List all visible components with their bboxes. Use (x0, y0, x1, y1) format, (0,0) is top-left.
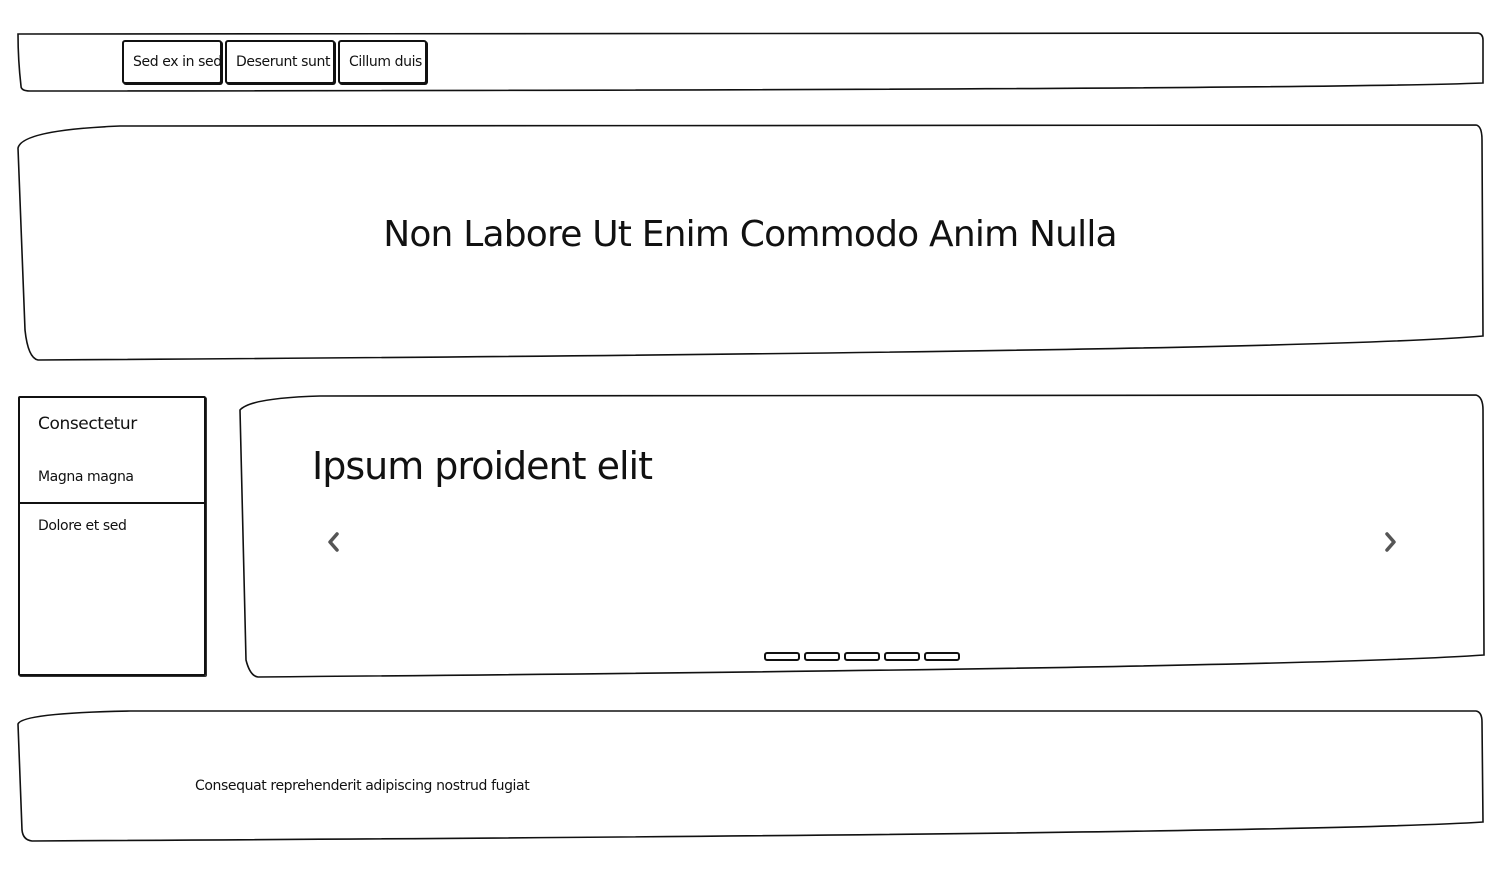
chevron-right-icon (1385, 532, 1396, 552)
nav-button-1[interactable]: Sed ex in sed (122, 40, 222, 84)
sidebar-title: Consectetur (38, 414, 137, 434)
sidebar-item-1[interactable]: Magna magna (38, 469, 134, 485)
nav-button-2[interactable]: Deserunt sunt (225, 40, 335, 84)
hero-title: Non Labore Ut Enim Commodo Anim Nulla (383, 214, 1117, 255)
carousel-indicator[interactable] (844, 652, 880, 661)
carousel-next-button[interactable] (1376, 528, 1404, 556)
sidebar: Consectetur Magna magna Dolore et sed (18, 396, 206, 676)
sketch-outlines (17, 32, 1485, 842)
carousel-indicators (764, 652, 960, 661)
chevron-left-icon (328, 532, 339, 552)
carousel-indicator[interactable] (884, 652, 920, 661)
carousel-indicator[interactable] (924, 652, 960, 661)
sidebar-item-2[interactable]: Dolore et sed (38, 518, 127, 534)
footer-text: Consequat reprehenderit adipiscing nostr… (195, 778, 530, 794)
carousel-title: Ipsum proident elit (312, 444, 653, 488)
carousel-prev-button[interactable] (320, 528, 348, 556)
carousel-indicator[interactable] (764, 652, 800, 661)
carousel-outline (239, 394, 1485, 678)
nav-button-group: Sed ex in sed Deserunt sunt Cillum duis (122, 40, 427, 84)
top-nav: Sed ex in sed Deserunt sunt Cillum duis (18, 34, 1482, 90)
carousel-indicator[interactable] (804, 652, 840, 661)
footer-outline (17, 710, 1484, 842)
page: Sed ex in sed Deserunt sunt Cillum duis … (0, 0, 1500, 874)
sidebar-divider (20, 502, 204, 504)
nav-button-3[interactable]: Cillum duis (338, 40, 427, 84)
